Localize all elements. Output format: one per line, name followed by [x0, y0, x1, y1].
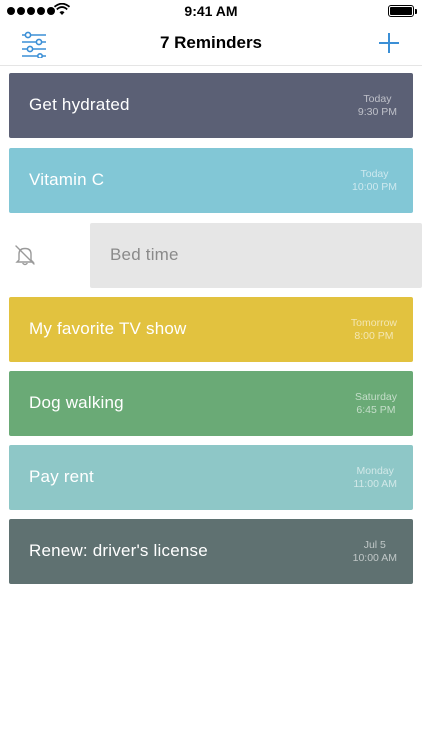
battery-icon — [388, 5, 417, 17]
status-bar: 9:41 AM — [0, 0, 422, 22]
reminder-card-renew-license[interactable]: Renew: driver's license Jul 5 10:00 AM — [9, 519, 413, 584]
reminder-title: Renew: driver's license — [29, 541, 208, 560]
reminder-day: Jul 5 — [363, 539, 386, 551]
reminder-when: Monday 11:00 AM — [353, 465, 397, 491]
reminder-card-dog-walking[interactable]: Dog walking Saturday 6:45 PM — [9, 371, 413, 436]
reminder-when: Today 10:00 PM — [352, 168, 397, 194]
reminder-card-get-hydrated[interactable]: Get hydrated Today 9:30 PM — [9, 73, 413, 138]
reminder-time: 11:00 AM — [353, 478, 397, 490]
reminder-time: 8:00 PM — [354, 330, 394, 342]
reminder-title: Dog walking — [29, 393, 124, 412]
reminder-time: 9:30 PM — [357, 106, 397, 118]
page-title: 7 Reminders — [159, 33, 263, 52]
reminder-day: Today — [363, 93, 392, 105]
reminder-day: Today — [360, 168, 389, 180]
reminder-card-bed-time[interactable]: Bed time — [90, 223, 422, 288]
reminder-card-tv-show[interactable]: My favorite TV show Tomorrow 8:00 PM — [9, 297, 413, 362]
status-time: 9:41 AM — [184, 3, 238, 19]
reminder-title: My favorite TV show — [29, 319, 187, 338]
reminder-time: 10:00 AM — [352, 552, 397, 564]
reminder-when: Jul 5 10:00 AM — [353, 539, 397, 565]
bell-off-icon[interactable] — [14, 244, 36, 266]
reminder-card-vitamin-c[interactable]: Vitamin C Today 10:00 PM — [9, 148, 413, 213]
reminder-day: Monday — [356, 465, 394, 477]
reminder-card-pay-rent[interactable]: Pay rent Monday 11:00 AM — [9, 445, 413, 510]
nav-bar: 7 Reminders — [0, 22, 422, 66]
reminder-when: Tomorrow 8:00 PM — [351, 317, 397, 343]
reminder-time: 6:45 PM — [356, 404, 396, 416]
reminder-when: Today 9:30 PM — [358, 93, 397, 119]
reminder-title: Pay rent — [29, 467, 94, 486]
reminder-day: Tomorrow — [350, 317, 397, 329]
reminder-when: Saturday 6:45 PM — [355, 391, 397, 417]
reminder-title: Bed time — [110, 245, 179, 264]
reminder-time: 10:00 PM — [352, 181, 397, 193]
plus-icon[interactable] — [378, 32, 400, 54]
reminder-title: Get hydrated — [29, 95, 130, 114]
reminder-title: Vitamin C — [29, 170, 105, 189]
reminder-day: Saturday — [354, 391, 397, 403]
